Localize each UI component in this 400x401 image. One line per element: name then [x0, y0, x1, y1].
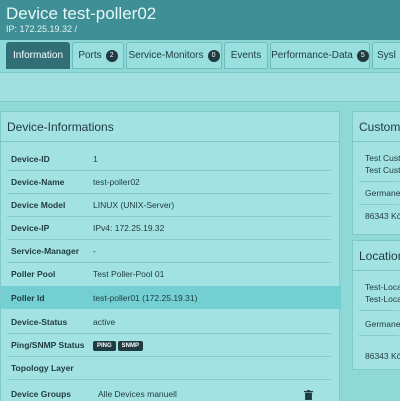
info-row-device-groups: Device Groups Alle Devices manuell [1, 382, 341, 401]
row-value: LINUX (UNIX-Server) [93, 199, 175, 210]
row-value: test-poller02 [93, 176, 140, 187]
tab-events[interactable]: Events [224, 42, 268, 69]
row-key: Service-Manager [11, 245, 80, 256]
trash-icon[interactable] [304, 390, 313, 400]
customer-line: Test Cust [365, 153, 400, 163]
tab-label: Ports [78, 50, 102, 61]
row-divider [359, 310, 399, 311]
row-divider [359, 335, 399, 336]
row-value: Alle Devices manuell [98, 389, 177, 399]
tab-label: Performance-Data [271, 50, 353, 61]
info-row-device-ip: Device-IP IPv4: 172.25.19.32 [1, 216, 341, 239]
info-row-device-model: Device Model LINUX (UNIX-Server) [1, 193, 341, 216]
ping-status-badge: PING [93, 340, 116, 351]
row-value: IPv4: 172.25.19.32 [93, 222, 165, 233]
row-key: Device Model [11, 199, 66, 210]
row-value: - [93, 245, 96, 256]
info-row-device-status: Device-Status active [1, 310, 341, 333]
tab-bar: Information Ports 2 Service-Monitors 0 E… [0, 40, 400, 72]
location-line: Germane [365, 319, 400, 329]
device-ip-subtitle: IP: 172.25.19.32 / [6, 24, 78, 34]
count-badge: 0 [207, 49, 220, 62]
tab-performance-data[interactable]: Performance-Data 5 [270, 42, 370, 69]
tab-service-monitors[interactable]: Service-Monitors 0 [126, 42, 222, 69]
tab-ports[interactable]: Ports 2 [72, 42, 124, 69]
row-value: test-poller01 (172.25.19.31) [93, 292, 198, 303]
tab-label: Sysl [377, 50, 396, 61]
info-row-topology-layer: Topology Layer [1, 356, 341, 379]
row-divider [7, 379, 331, 380]
customer-line: Germane [365, 188, 400, 198]
tab-label: Events [230, 50, 262, 61]
row-key: Device-IP [11, 222, 50, 233]
location-line: Test-Loca [365, 282, 400, 292]
row-value: PING SNMP [93, 339, 145, 351]
device-informations-panel: Device-Informations Device-ID 1 Device-N… [0, 111, 341, 401]
page-title: Device test-poller02 [6, 4, 157, 23]
tab-syslog[interactable]: Sysl [372, 42, 400, 69]
info-row-device-name: Device-Name test-poller02 [1, 170, 341, 193]
row-divider [359, 204, 399, 205]
panel-title: Custome [353, 112, 400, 142]
row-value: 1 [93, 153, 98, 164]
row-key: Topology Layer [11, 362, 74, 373]
customer-line: Test Custo [365, 165, 400, 175]
snmp-status-badge: SNMP [117, 340, 144, 351]
customer-panel: Custome Test Cust Test Custo Germane 863… [352, 111, 400, 235]
tab-label: Information [12, 50, 64, 61]
row-key: Device-ID [11, 153, 50, 164]
row-divider [359, 181, 399, 182]
tab-label: Service-Monitors [128, 50, 204, 61]
location-line: 86343 Kö [365, 351, 400, 361]
row-value: active [93, 316, 116, 327]
page-header: Device test-poller02 IP: 172.25.19.32 / [0, 0, 400, 40]
panel-title: Device-Informations [1, 112, 339, 142]
info-row-ping-snmp-status: Ping/SNMP Status PING SNMP [1, 333, 341, 356]
location-panel: Location Test-Loca Test-Loca Germane 863… [352, 240, 400, 370]
row-key: Poller Id [11, 292, 45, 303]
count-badge: 2 [105, 49, 118, 62]
count-badge: 5 [356, 49, 369, 62]
panel-title: Location [353, 241, 400, 271]
row-key: Device-Status [11, 316, 68, 327]
info-row-poller-id[interactable]: Poller Id test-poller01 (172.25.19.31) [1, 286, 341, 309]
tab-information[interactable]: Information [6, 42, 70, 69]
location-line: Test-Loca [365, 294, 400, 304]
info-row-service-manager: Service-Manager - [1, 239, 341, 262]
row-key: Device-Name [11, 176, 65, 187]
toolbar-strip [0, 72, 400, 102]
customer-line: 86343 Kö [365, 211, 400, 221]
row-key: Ping/SNMP Status [11, 339, 85, 350]
row-value: Test Poller-Pool 01 [93, 268, 165, 279]
row-key: Poller Pool [11, 268, 56, 279]
info-row-device-id: Device-ID 1 [1, 147, 341, 170]
row-key: Device Groups [11, 388, 71, 399]
info-row-poller-pool: Poller Pool Test Poller-Pool 01 [1, 262, 341, 285]
